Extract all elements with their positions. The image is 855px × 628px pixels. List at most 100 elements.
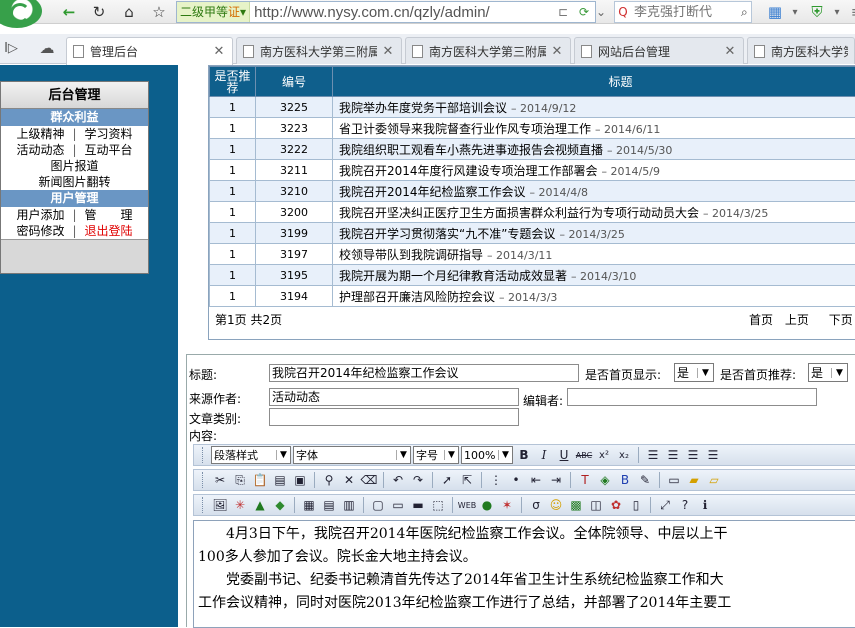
close-icon[interactable]: ✕ [723, 44, 737, 59]
menu-item-activity-news[interactable]: 活动动态 [16, 142, 64, 158]
eraser-icon[interactable]: ⌫ [360, 471, 378, 489]
paste-icon[interactable]: 📋 [251, 471, 269, 489]
page-break-icon[interactable]: ▭ [665, 471, 683, 489]
close-icon[interactable]: ✕ [550, 44, 564, 59]
font-size-select[interactable]: 字号▼ [413, 446, 459, 464]
align-right-icon[interactable]: ☰ [684, 446, 702, 464]
article-title-link[interactable]: 护理部召开廉洁风险防控会议 [339, 290, 495, 304]
article-title-link[interactable]: 我院召开坚决纠正医疗卫生方面损害群众利益行为专项行动动员大会 [339, 206, 699, 220]
table-row[interactable]: 13199我院召开学习贯彻落实“九不准”专题会议– 2014/3/25 [210, 223, 855, 244]
article-title-link[interactable]: 我院召开学习贯彻落实“九不准”专题会议 [339, 227, 555, 241]
article-title-link[interactable]: 我院开展为期一个月纪律教育活动成效显著 [339, 269, 567, 283]
paste-text-icon[interactable]: ▤ [271, 471, 289, 489]
menu-icon[interactable]: ≡ [846, 2, 855, 22]
cut-icon[interactable]: ✂ [211, 471, 229, 489]
menu-item-study-materials[interactable]: 学习资料 [85, 126, 133, 142]
insert-date-icon[interactable]: ◫ [587, 496, 605, 514]
undo-icon[interactable]: ↶ [389, 471, 407, 489]
menu-item-logout[interactable]: 退出登陆 [85, 223, 133, 239]
underline-icon[interactable]: U [555, 446, 573, 464]
bold-icon[interactable]: B [515, 446, 533, 464]
table-row[interactable]: 13194护理部召开廉洁风险防控会议– 2014/3/3 [210, 286, 855, 307]
align-left-icon[interactable]: ☰ [644, 446, 662, 464]
about-icon[interactable]: ℹ [696, 496, 714, 514]
insert-column-icon[interactable]: ▥ [340, 496, 358, 514]
search-input[interactable] [631, 5, 741, 20]
editor-input[interactable] [567, 388, 817, 406]
absolute-position-icon[interactable]: ⇱ [458, 471, 476, 489]
title-input[interactable]: 我院召开2014年纪检监察工作会议 [269, 364, 579, 382]
menu-item-interactive-platform[interactable]: 互动平台 [85, 142, 133, 158]
paragraph-style-select[interactable]: 段落样式▼ [211, 446, 291, 464]
insert-row-icon[interactable]: ▤ [320, 496, 338, 514]
search-icon[interactable]: ⌕ [741, 5, 748, 20]
insert-button-icon[interactable]: ⬚ [429, 496, 447, 514]
tab-hospital-2[interactable]: 南方医科大学第三附属 ✕ [405, 37, 571, 64]
bullet-list-icon[interactable]: • [507, 471, 525, 489]
table-row[interactable]: 13222我院组织职工观看车小燕先进事迹报告会视频直播– 2014/5/30 [210, 139, 855, 160]
cloud-icon[interactable]: ☁ [36, 38, 58, 58]
article-title-link[interactable]: 我院召开2014年纪检监察工作会议 [339, 185, 526, 199]
subscript-icon[interactable]: x₂ [615, 446, 633, 464]
apps-grid-icon[interactable]: ▦ [764, 2, 786, 22]
table-row[interactable]: 13200我院召开坚决纠正医疗卫生方面损害群众利益行为专项行动动员大会– 201… [210, 202, 855, 223]
first-page-link[interactable]: 首页 [749, 313, 773, 327]
insert-media-icon[interactable]: ▲ [251, 496, 269, 514]
insert-symbol-icon[interactable]: ✿ [607, 496, 625, 514]
format-brush-icon[interactable]: ✎ [636, 471, 654, 489]
close-icon[interactable]: ✕ [212, 44, 226, 59]
paste-word-icon[interactable]: ▣ [291, 471, 309, 489]
strikethrough-icon[interactable]: ABC [575, 446, 593, 464]
url-text[interactable]: http://www.nysy.com.cn/qzly/admin/ [250, 4, 512, 21]
chevron-down-icon[interactable]: ▾ [784, 2, 806, 22]
insert-web-icon[interactable]: WEB [458, 496, 476, 514]
delete-icon[interactable]: ✕ [340, 471, 358, 489]
search-box[interactable]: Q ⌕ [614, 1, 752, 23]
insert-frame-icon[interactable]: ▢ [369, 496, 387, 514]
highlight-color-icon[interactable]: ◈ [596, 471, 614, 489]
insert-textbox-icon[interactable]: ▬ [409, 496, 427, 514]
outdent-icon[interactable]: ⇤ [527, 471, 545, 489]
prev-page-link[interactable]: 上页 [785, 313, 809, 327]
sidebar-toggle-icon[interactable]: I▷ [0, 38, 22, 58]
menu-item-change-password[interactable]: 密码修改 [16, 223, 64, 239]
site-rating-badge[interactable]: 二级甲等证▾ [177, 2, 250, 22]
insert-excel-icon[interactable]: ▩ [567, 496, 585, 514]
zoom-select[interactable]: 100%▼ [461, 446, 513, 464]
superscript-icon[interactable]: x² [595, 446, 613, 464]
find-icon[interactable]: ⚲ [320, 471, 338, 489]
table-row[interactable]: 13197校领导带队到我院调研指导– 2014/3/11 [210, 244, 855, 265]
align-justify-icon[interactable]: ☰ [704, 446, 722, 464]
insert-special-icon[interactable]: ✶ [498, 496, 516, 514]
insert-globe-icon[interactable]: ● [478, 496, 496, 514]
article-title-link[interactable]: 我院召开2014年度行风建设专项治理工作部署会 [339, 164, 598, 178]
table-row[interactable]: 13211我院召开2014年度行风建设专项治理工作部署会– 2014/5/9 [210, 160, 855, 181]
article-title-link[interactable]: 省卫计委领导来我院督查行业作风专项治理工作 [339, 122, 591, 136]
tab-hospital-3[interactable]: 南方医科大学第三 [747, 37, 855, 64]
table-row[interactable]: 13225我院举办年度党务干部培训会议– 2014/9/12 [210, 97, 855, 118]
select-pointer-icon[interactable]: ➚ [438, 471, 456, 489]
chevron-down-icon[interactable]: ▾ [826, 2, 848, 22]
shield-icon[interactable]: ⛨ [806, 2, 828, 22]
article-title-link[interactable]: 我院组织职工观看车小燕先进事迹报告会视频直播 [339, 143, 603, 157]
menu-item-manage[interactable]: 管 理 [85, 207, 133, 223]
insert-formula-icon[interactable]: σ [527, 496, 545, 514]
table-row[interactable]: 13195我院开展为期一个月纪律教育活动成效显著– 2014/3/10 [210, 265, 855, 286]
address-bar[interactable]: 二级甲等证▾ http://www.nysy.com.cn/qzly/admin… [176, 1, 596, 23]
insert-table-icon[interactable]: ▦ [300, 496, 318, 514]
home-recommend-select[interactable]: 是▼ [808, 363, 848, 382]
category-input[interactable] [269, 408, 519, 426]
background-color-icon[interactable]: B [616, 471, 634, 489]
search-engine-icon[interactable]: Q [615, 5, 631, 19]
menu-item-photo-report[interactable]: 图片报道 [50, 158, 98, 174]
article-title-link[interactable]: 校领导带队到我院调研指导 [339, 248, 483, 262]
numbered-list-icon[interactable]: ⋮ [487, 471, 505, 489]
insert-emoji-icon[interactable]: ☺ [547, 496, 565, 514]
table-row[interactable]: 13210我院召开2014年纪检监察工作会议– 2014/4/8 [210, 181, 855, 202]
insert-file-icon[interactable]: ◆ [271, 496, 289, 514]
refresh-icon[interactable]: ↻ [88, 2, 110, 22]
text-color-icon[interactable]: T [576, 471, 594, 489]
insert-textarea-icon[interactable]: ▭ [389, 496, 407, 514]
fullscreen-icon[interactable]: ⤢ [656, 496, 674, 514]
close-icon[interactable]: ✕ [381, 44, 395, 59]
